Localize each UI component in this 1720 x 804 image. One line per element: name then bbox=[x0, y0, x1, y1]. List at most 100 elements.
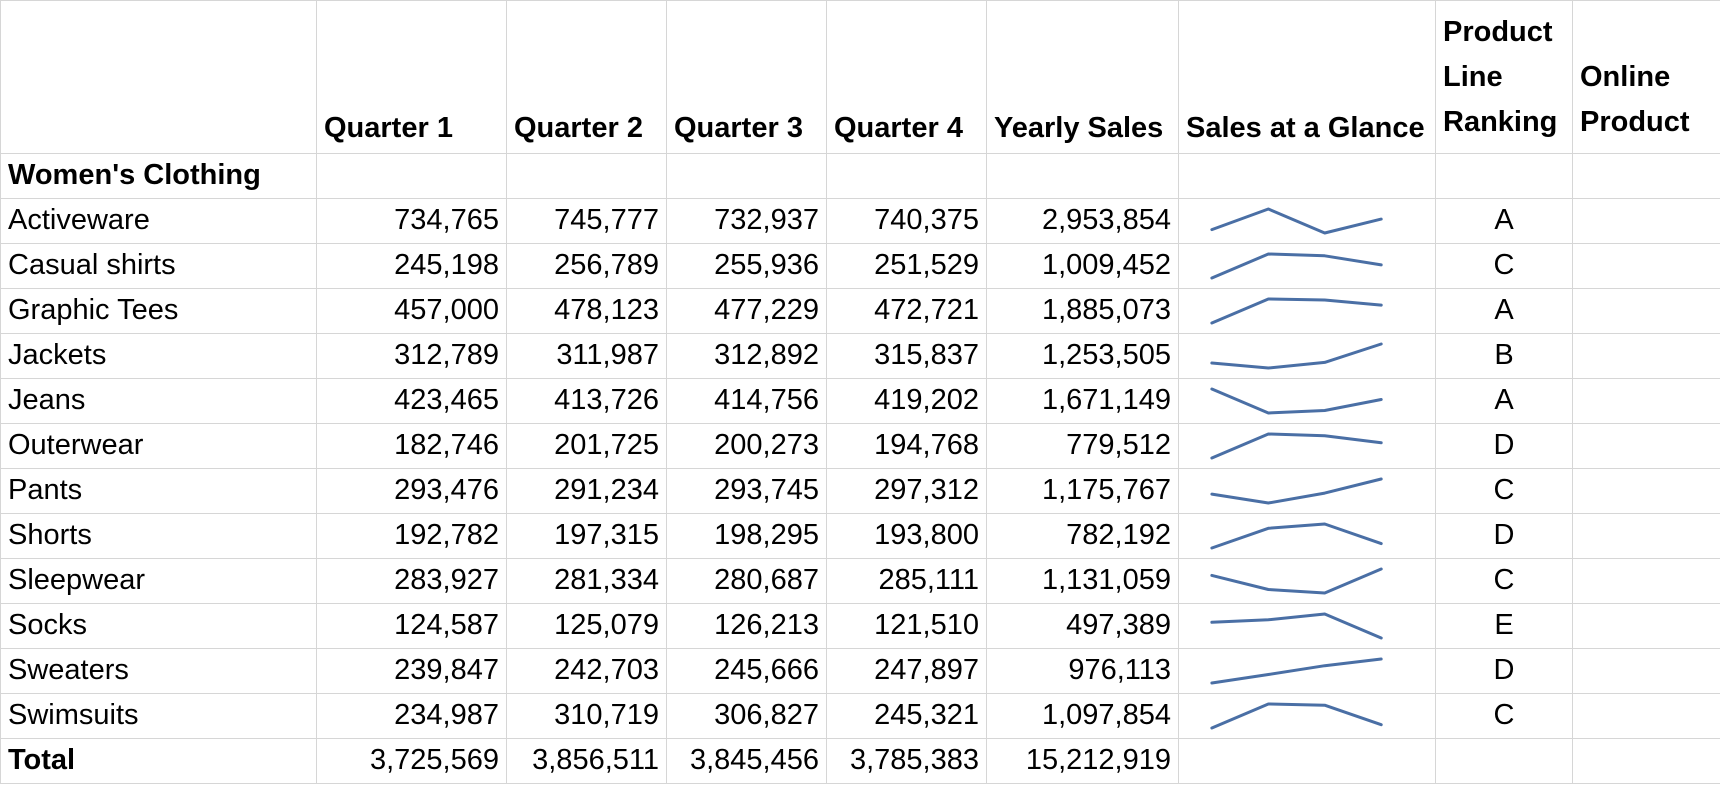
empty-cell[interactable] bbox=[1572, 153, 1720, 199]
product-name-cell[interactable]: Socks bbox=[0, 603, 317, 649]
ranking-cell[interactable]: D bbox=[1435, 513, 1573, 559]
product-name-cell[interactable]: Sweaters bbox=[0, 648, 317, 694]
q1-cell[interactable]: 457,000 bbox=[316, 288, 507, 334]
q1-cell[interactable]: 734,765 bbox=[316, 198, 507, 244]
product-name-cell[interactable]: Graphic Tees bbox=[0, 288, 317, 334]
q3-cell[interactable]: 126,213 bbox=[666, 603, 827, 649]
q4-cell[interactable]: 740,375 bbox=[826, 198, 987, 244]
q2-cell[interactable]: 201,725 bbox=[506, 423, 667, 469]
sparkline-cell[interactable] bbox=[1178, 288, 1436, 334]
q2-cell[interactable]: 311,987 bbox=[506, 333, 667, 379]
product-name-cell[interactable]: Sleepwear bbox=[0, 558, 317, 604]
product-name-cell[interactable]: Outerwear bbox=[0, 423, 317, 469]
sparkline-cell[interactable] bbox=[1178, 603, 1436, 649]
yearly-sales-cell[interactable]: 1,009,452 bbox=[986, 243, 1179, 289]
sparkline-cell[interactable] bbox=[1178, 558, 1436, 604]
q1-cell[interactable]: 239,847 bbox=[316, 648, 507, 694]
online-product-cell[interactable] bbox=[1572, 513, 1720, 559]
empty-cell[interactable] bbox=[1435, 738, 1573, 784]
online-product-cell[interactable] bbox=[1572, 333, 1720, 379]
q3-cell[interactable]: 255,936 bbox=[666, 243, 827, 289]
q3-cell[interactable]: 198,295 bbox=[666, 513, 827, 559]
q4-cell[interactable]: 285,111 bbox=[826, 558, 987, 604]
q1-cell[interactable]: 283,927 bbox=[316, 558, 507, 604]
header-cell-q4[interactable]: Quarter 4 bbox=[826, 0, 987, 154]
q2-cell[interactable]: 291,234 bbox=[506, 468, 667, 514]
q2-cell[interactable]: 310,719 bbox=[506, 693, 667, 739]
product-name-cell[interactable]: Shorts bbox=[0, 513, 317, 559]
header-cell-sales-at-a-glance[interactable]: Sales at a Glance bbox=[1178, 0, 1436, 154]
q3-cell[interactable]: 477,229 bbox=[666, 288, 827, 334]
q4-cell[interactable]: 193,800 bbox=[826, 513, 987, 559]
yearly-sales-cell[interactable]: 782,192 bbox=[986, 513, 1179, 559]
product-name-cell[interactable]: Jeans bbox=[0, 378, 317, 424]
q1-cell[interactable]: 192,782 bbox=[316, 513, 507, 559]
q4-cell[interactable]: 472,721 bbox=[826, 288, 987, 334]
ranking-cell[interactable]: C bbox=[1435, 693, 1573, 739]
q4-cell[interactable]: 121,510 bbox=[826, 603, 987, 649]
sparkline-cell[interactable] bbox=[1178, 378, 1436, 424]
q2-cell[interactable]: 745,777 bbox=[506, 198, 667, 244]
sparkline-cell[interactable] bbox=[1178, 648, 1436, 694]
q3-cell[interactable]: 200,273 bbox=[666, 423, 827, 469]
ranking-cell[interactable]: A bbox=[1435, 288, 1573, 334]
yearly-sales-cell[interactable]: 1,671,149 bbox=[986, 378, 1179, 424]
q2-cell[interactable]: 413,726 bbox=[506, 378, 667, 424]
q3-cell[interactable]: 312,892 bbox=[666, 333, 827, 379]
ranking-cell[interactable]: B bbox=[1435, 333, 1573, 379]
empty-cell[interactable] bbox=[316, 153, 507, 199]
empty-cell[interactable] bbox=[1572, 738, 1720, 784]
sparkline-cell[interactable] bbox=[1178, 468, 1436, 514]
total-yearly-cell[interactable]: 15,212,919 bbox=[986, 738, 1179, 784]
sparkline-cell[interactable] bbox=[1178, 333, 1436, 379]
ranking-cell[interactable]: A bbox=[1435, 198, 1573, 244]
yearly-sales-cell[interactable]: 2,953,854 bbox=[986, 198, 1179, 244]
q1-cell[interactable]: 293,476 bbox=[316, 468, 507, 514]
online-product-cell[interactable] bbox=[1572, 243, 1720, 289]
ranking-cell[interactable]: E bbox=[1435, 603, 1573, 649]
q2-cell[interactable]: 478,123 bbox=[506, 288, 667, 334]
sparkline-cell[interactable] bbox=[1178, 513, 1436, 559]
header-cell-q3[interactable]: Quarter 3 bbox=[666, 0, 827, 154]
online-product-cell[interactable] bbox=[1572, 603, 1720, 649]
q4-cell[interactable]: 194,768 bbox=[826, 423, 987, 469]
q1-cell[interactable]: 182,746 bbox=[316, 423, 507, 469]
yearly-sales-cell[interactable]: 1,885,073 bbox=[986, 288, 1179, 334]
empty-cell[interactable] bbox=[1435, 153, 1573, 199]
q4-cell[interactable]: 247,897 bbox=[826, 648, 987, 694]
product-name-cell[interactable]: Swimsuits bbox=[0, 693, 317, 739]
sparkline-cell[interactable] bbox=[1178, 423, 1436, 469]
online-product-cell[interactable] bbox=[1572, 468, 1720, 514]
ranking-cell[interactable]: C bbox=[1435, 558, 1573, 604]
total-label-cell[interactable]: Total bbox=[0, 738, 317, 784]
q2-cell[interactable]: 125,079 bbox=[506, 603, 667, 649]
q2-cell[interactable]: 256,789 bbox=[506, 243, 667, 289]
header-cell-product-line-ranking[interactable]: Product Line Ranking bbox=[1435, 0, 1573, 154]
online-product-cell[interactable] bbox=[1572, 648, 1720, 694]
q1-cell[interactable]: 423,465 bbox=[316, 378, 507, 424]
q3-cell[interactable]: 732,937 bbox=[666, 198, 827, 244]
ranking-cell[interactable]: C bbox=[1435, 468, 1573, 514]
total-q4-cell[interactable]: 3,785,383 bbox=[826, 738, 987, 784]
q4-cell[interactable]: 315,837 bbox=[826, 333, 987, 379]
empty-cell[interactable] bbox=[1178, 738, 1436, 784]
yearly-sales-cell[interactable]: 1,097,854 bbox=[986, 693, 1179, 739]
yearly-sales-cell[interactable]: 497,389 bbox=[986, 603, 1179, 649]
q1-cell[interactable]: 234,987 bbox=[316, 693, 507, 739]
q4-cell[interactable]: 297,312 bbox=[826, 468, 987, 514]
header-cell-q2[interactable]: Quarter 2 bbox=[506, 0, 667, 154]
total-q3-cell[interactable]: 3,845,456 bbox=[666, 738, 827, 784]
yearly-sales-cell[interactable]: 1,131,059 bbox=[986, 558, 1179, 604]
header-cell-yearly-sales[interactable]: Yearly Sales bbox=[986, 0, 1179, 154]
q1-cell[interactable]: 312,789 bbox=[316, 333, 507, 379]
q3-cell[interactable]: 306,827 bbox=[666, 693, 827, 739]
header-cell-category[interactable] bbox=[0, 0, 317, 154]
q4-cell[interactable]: 245,321 bbox=[826, 693, 987, 739]
q2-cell[interactable]: 197,315 bbox=[506, 513, 667, 559]
online-product-cell[interactable] bbox=[1572, 378, 1720, 424]
q4-cell[interactable]: 419,202 bbox=[826, 378, 987, 424]
q2-cell[interactable]: 242,703 bbox=[506, 648, 667, 694]
online-product-cell[interactable] bbox=[1572, 693, 1720, 739]
sparkline-cell[interactable] bbox=[1178, 243, 1436, 289]
online-product-cell[interactable] bbox=[1572, 198, 1720, 244]
